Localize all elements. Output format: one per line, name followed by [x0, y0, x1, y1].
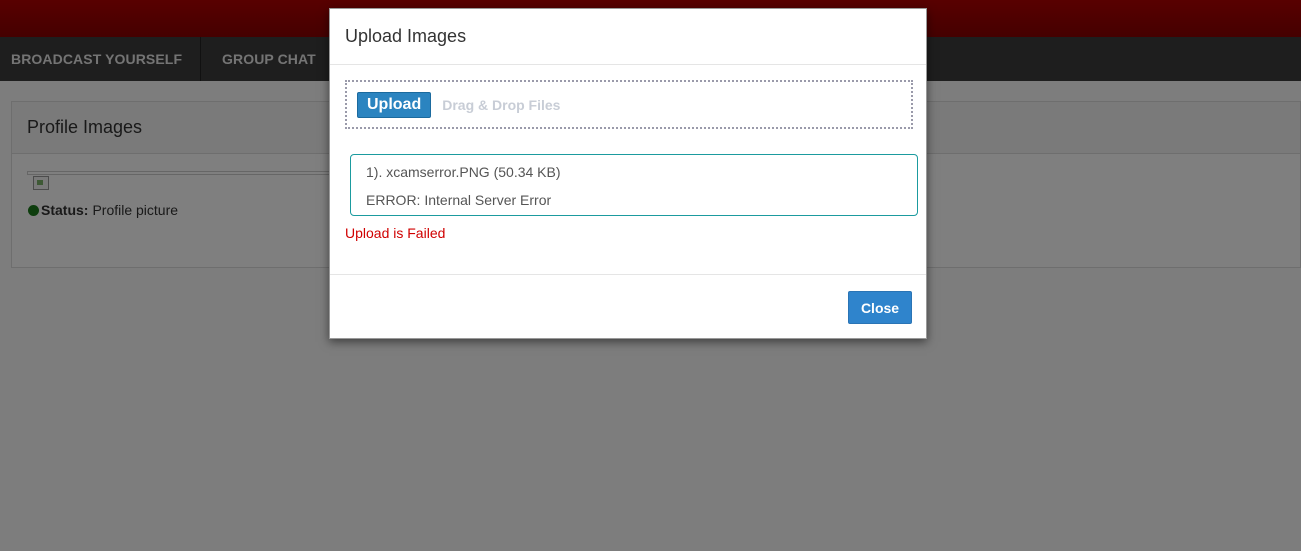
- modal-footer: Close: [330, 274, 926, 338]
- upload-images-modal: Upload Images Upload Drag & Drop Files 1…: [329, 8, 927, 339]
- upload-failed-message: Upload is Failed: [345, 225, 446, 241]
- file-error-line: ERROR: Internal Server Error: [366, 192, 552, 208]
- file-name-line: 1). xcamserror.PNG (50.34 KB): [366, 164, 561, 180]
- upload-file-item: 1). xcamserror.PNG (50.34 KB) ERROR: Int…: [350, 154, 918, 216]
- drop-zone-label: Drag & Drop Files: [442, 96, 561, 113]
- modal-title: Upload Images: [330, 9, 926, 65]
- drop-zone[interactable]: Upload Drag & Drop Files: [345, 80, 913, 129]
- close-button[interactable]: Close: [848, 291, 912, 324]
- upload-button[interactable]: Upload: [357, 91, 432, 118]
